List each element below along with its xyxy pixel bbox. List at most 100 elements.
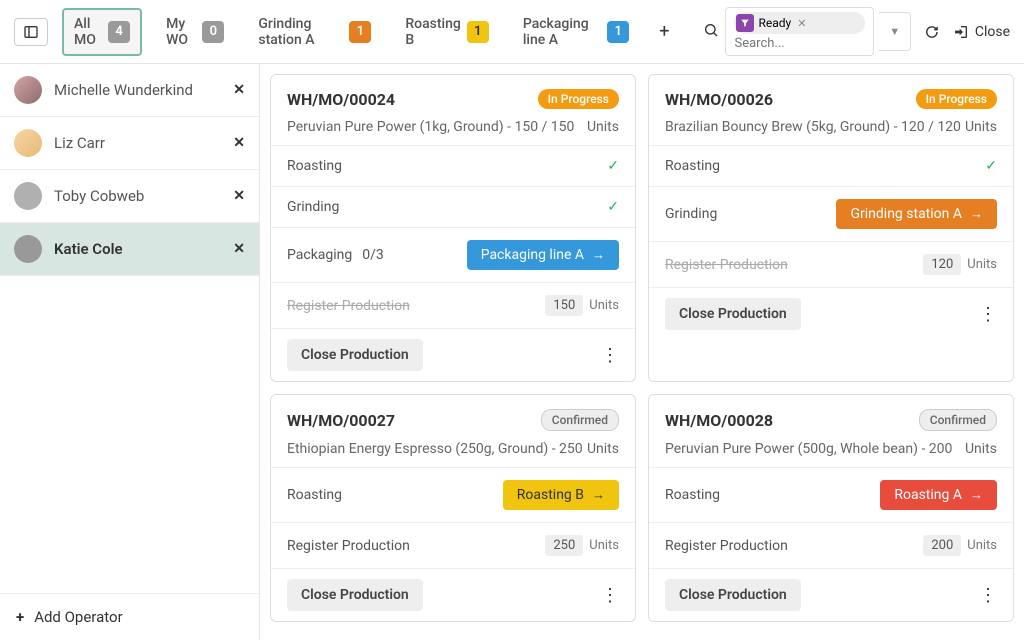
filter-tab-4[interactable]: Packaging line A1: [513, 10, 639, 54]
operator-item[interactable]: Michelle Wunderkind ✕: [0, 64, 259, 117]
exit-icon: [953, 24, 969, 40]
work-row: Roasting ✓: [649, 145, 1013, 186]
work-label: Grinding: [665, 206, 717, 222]
arrow-right-icon: →: [592, 487, 605, 503]
avatar: [14, 129, 42, 157]
card-units: Units: [587, 119, 619, 135]
chip-remove[interactable]: ✕: [795, 17, 808, 30]
remove-operator-button[interactable]: ✕: [233, 188, 245, 204]
operator-name: Katie Cole: [54, 240, 221, 258]
work-label: Roasting: [665, 487, 720, 503]
work-label: Register Production: [287, 298, 410, 314]
kebab-menu[interactable]: ⋮: [979, 585, 997, 606]
avatar: [14, 235, 42, 263]
qty-value: 150: [545, 295, 583, 316]
status-badge: Confirmed: [541, 409, 619, 431]
card-units: Units: [965, 119, 997, 135]
search-box[interactable]: Ready ✕: [725, 7, 874, 56]
remove-operator-button[interactable]: ✕: [233, 82, 245, 98]
status-badge: In Progress: [916, 89, 997, 109]
close-production-button[interactable]: Close Production: [665, 298, 801, 330]
card-title: WH/MO/00026: [665, 90, 773, 109]
work-row: Roasting ✓: [271, 145, 635, 186]
card-product: Brazilian Bouncy Brew (5kg, Ground) - 12…: [665, 119, 961, 135]
operator-name: Liz Carr: [54, 134, 221, 152]
work-row: Register Production150Units: [271, 282, 635, 328]
work-label: Roasting: [287, 158, 342, 174]
filter-count: 0: [202, 21, 224, 43]
card-title: WH/MO/00027: [287, 411, 395, 430]
chip-label: Ready: [758, 16, 791, 30]
add-operator-button[interactable]: + Add Operator: [0, 593, 259, 640]
work-progress: 0/3: [362, 247, 384, 263]
qty-unit: Units: [967, 538, 997, 553]
work-label: Register Production: [665, 257, 788, 273]
check-icon: ✓: [985, 158, 997, 174]
refresh-icon[interactable]: [925, 24, 939, 40]
work-label: Roasting: [665, 158, 720, 174]
mo-card: WH/MO/00026 In Progress Brazilian Bouncy B…: [648, 74, 1014, 382]
remove-operator-button[interactable]: ✕: [233, 241, 245, 257]
filter-count: 1: [607, 21, 629, 43]
operator-item[interactable]: Toby Cobweb✕: [0, 170, 259, 223]
operator-name: Michelle Wunderkind: [54, 81, 221, 99]
workcenter-button[interactable]: Roasting B→: [503, 480, 619, 510]
filter-count: 1: [349, 21, 371, 43]
close-production-button[interactable]: Close Production: [665, 579, 801, 611]
filter-tab-1[interactable]: My WO0: [156, 10, 234, 54]
work-row: Register Production 200 Units: [649, 522, 1013, 568]
status-badge: Confirmed: [919, 409, 997, 431]
operators-sidebar: Michelle Wunderkind✕Liz Carr✕Toby Cobweb…: [0, 64, 260, 640]
operator-item[interactable]: Liz Carr ✕: [0, 117, 259, 170]
kebab-menu[interactable]: ⋮: [601, 585, 619, 606]
close-production-button[interactable]: Close Production: [287, 339, 423, 371]
status-badge: In Progress: [538, 89, 619, 109]
filter-tab-0[interactable]: All MO4: [62, 8, 142, 56]
workcenter-button[interactable]: Packaging line A→: [467, 240, 619, 270]
search-icon: [703, 22, 719, 42]
kebab-menu[interactable]: ⋮: [979, 304, 997, 325]
search-input[interactable]: [734, 36, 865, 51]
filter-chip[interactable]: Ready ✕: [734, 12, 865, 34]
qty-unit: Units: [967, 257, 997, 272]
remove-operator-button[interactable]: ✕: [233, 135, 245, 151]
arrow-right-icon: →: [592, 247, 605, 263]
search-dropdown-button[interactable]: ▼: [879, 12, 911, 51]
plus-icon: +: [16, 608, 24, 626]
work-row: Register Production120Units: [649, 241, 1013, 287]
sidebar-toggle-button[interactable]: [14, 18, 48, 46]
work-row: Roasting Roasting A→: [649, 467, 1013, 522]
qty-value: 200: [923, 535, 961, 556]
arrow-right-icon: →: [970, 487, 983, 503]
check-icon: ✓: [607, 199, 619, 215]
work-label: Packaging: [287, 247, 352, 263]
card-product: Ethiopian Energy Espresso (250g, Ground)…: [287, 441, 583, 457]
check-icon: ✓: [607, 158, 619, 174]
work-label: Register Production: [287, 538, 410, 554]
arrow-right-icon: →: [970, 206, 983, 222]
work-row: Grinding Grinding station A→: [649, 186, 1013, 241]
card-units: Units: [965, 441, 997, 457]
add-filter-button[interactable]: +: [653, 19, 675, 44]
filter-count: 1: [467, 21, 489, 43]
workcenter-button[interactable]: Grinding station A→: [836, 199, 997, 229]
operator-item[interactable]: Katie Cole ✕: [0, 223, 259, 276]
filter-count: 4: [108, 21, 130, 43]
mo-card: WH/MO/00024In ProgressPeruvian Pure Powe…: [270, 74, 636, 382]
work-row: Register Production250Units: [271, 522, 635, 568]
filter-tab-2[interactable]: Grinding station A1: [248, 10, 381, 54]
close-production-button[interactable]: Close Production: [287, 579, 423, 611]
card-product: Peruvian Pure Power (500g, Whole bean) -…: [665, 441, 952, 457]
workcenter-button[interactable]: Roasting A→: [880, 480, 997, 510]
work-label: Roasting: [287, 487, 342, 503]
filter-tab-3[interactable]: Roasting B1: [395, 10, 498, 54]
work-label: Register Production: [665, 538, 788, 554]
card-title: WH/MO/00028: [665, 411, 773, 430]
work-label: Grinding: [287, 199, 339, 215]
mo-card: WH/MO/00027 Confirmed Ethiopian Energy Esp…: [270, 394, 636, 622]
kebab-menu[interactable]: ⋮: [601, 345, 619, 366]
work-row: Packaging 0/3 Packaging line A→: [271, 227, 635, 282]
work-row: Roasting Roasting B→: [271, 467, 635, 522]
avatar: [14, 76, 42, 104]
close-button[interactable]: Close: [953, 24, 1010, 40]
